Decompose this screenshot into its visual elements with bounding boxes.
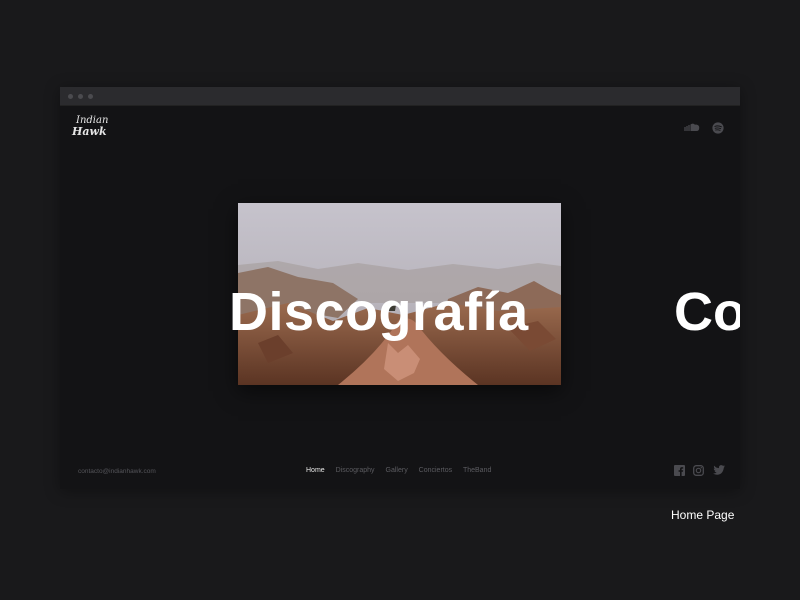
window-dot-minimize[interactable] <box>78 94 83 99</box>
footer-nav: Home Discography Gallery Conciertos TheB… <box>306 467 500 474</box>
nav-conciertos[interactable]: Conciertos <box>419 467 452 474</box>
slide-title[interactable]: Discografía <box>229 282 529 342</box>
soundcloud-icon[interactable] <box>683 122 701 132</box>
twitter-icon[interactable] <box>713 465 725 475</box>
nav-home[interactable]: Home <box>306 467 325 474</box>
browser-window: Indian Hawk Discografía Co contacto@indi… <box>60 87 740 489</box>
instagram-icon[interactable] <box>693 465 704 476</box>
window-dot-close[interactable] <box>68 94 73 99</box>
facebook-icon[interactable] <box>674 465 685 476</box>
browser-toolbar <box>60 87 740 106</box>
page-caption: Home Page <box>671 508 735 522</box>
nav-theband[interactable]: TheBand <box>463 467 491 474</box>
nav-gallery[interactable]: Gallery <box>386 467 408 474</box>
nav-discography[interactable]: Discography <box>336 467 375 474</box>
contact-email[interactable]: contacto@indianhawk.com <box>78 468 156 475</box>
site-logo[interactable]: Indian Hawk <box>70 115 108 143</box>
spotify-icon[interactable] <box>712 122 724 134</box>
next-slide-title[interactable]: Co <box>674 282 740 342</box>
window-dot-maximize[interactable] <box>88 94 93 99</box>
logo-line-2: Hawk <box>72 125 107 138</box>
